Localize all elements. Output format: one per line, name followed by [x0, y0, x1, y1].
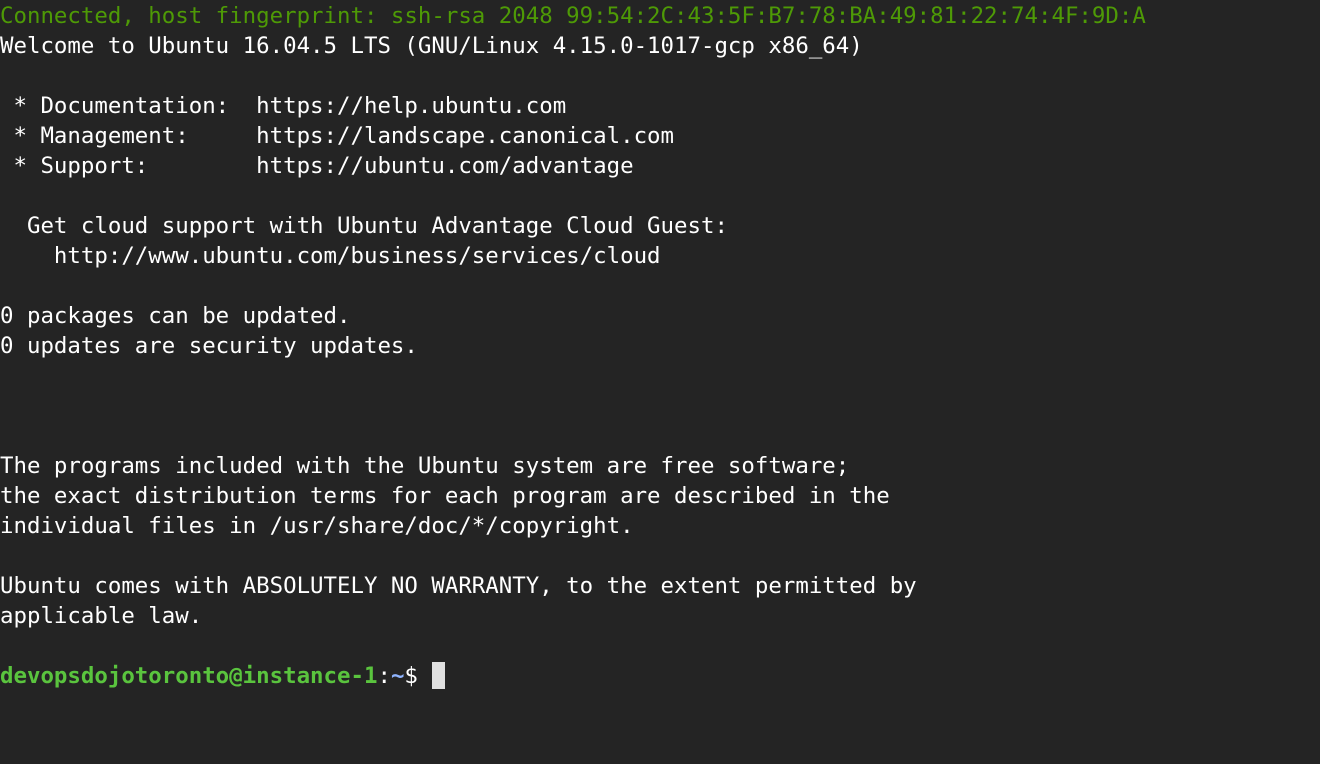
security-updates-line: 0 updates are security updates.	[0, 333, 418, 359]
documentation-line: * Documentation: https://help.ubuntu.com	[0, 93, 567, 119]
connection-status-line: Connected, host fingerprint: ssh-rsa 204…	[0, 3, 1146, 29]
prompt-path: ~	[390, 663, 405, 689]
prompt-separator: :	[377, 663, 391, 689]
prompt-user-host: devopsdojotoronto@instance-1	[0, 663, 378, 689]
warranty-line: Ubuntu comes with ABSOLUTELY NO WARRANTY…	[0, 573, 917, 599]
text-cursor[interactable]	[432, 662, 446, 689]
cloud-support-line: Get cloud support with Ubuntu Advantage …	[0, 213, 728, 239]
prompt-symbol: $	[404, 663, 432, 689]
license-line: individual files in /usr/share/doc/*/cop…	[0, 513, 634, 539]
support-line: * Support: https://ubuntu.com/advantage	[0, 153, 634, 179]
terminal-window[interactable]: Connected, host fingerprint: ssh-rsa 204…	[0, 0, 1320, 764]
packages-line: 0 packages can be updated.	[0, 303, 351, 329]
license-line: The programs included with the Ubuntu sy…	[0, 453, 850, 479]
cloud-url-line: http://www.ubuntu.com/business/services/…	[0, 243, 661, 269]
management-line: * Management: https://landscape.canonica…	[0, 123, 675, 149]
warranty-line: applicable law.	[0, 603, 203, 629]
command-prompt[interactable]: devopsdojotoronto@instance-1:~$	[0, 661, 1320, 691]
license-line: the exact distribution terms for each pr…	[0, 483, 890, 509]
welcome-line: Welcome to Ubuntu 16.04.5 LTS (GNU/Linux…	[0, 33, 863, 59]
